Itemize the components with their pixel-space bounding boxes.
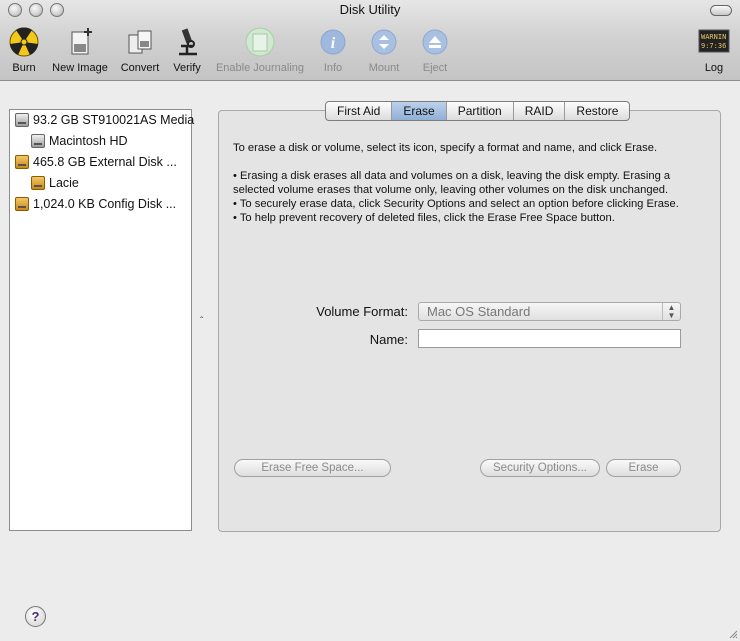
internal-disk-icon (15, 113, 29, 127)
new-image-icon (71, 28, 92, 55)
device-item-macintosh-hd[interactable]: Macintosh HD (31, 132, 128, 150)
eject-label: Eject (422, 62, 448, 74)
tab-bar: First Aid Erase Partition RAID Restore (325, 101, 631, 121)
log-icon: WARNIN 9:7:36 I (698, 29, 730, 53)
erase-free-space-button[interactable]: Erase Free Space... (234, 459, 391, 477)
device-item-lacie[interactable]: Lacie (31, 174, 79, 192)
tab-restore[interactable]: Restore (565, 102, 629, 120)
tab-erase[interactable]: Erase (392, 102, 447, 120)
device-label: 93.2 GB ST910021AS Media (33, 113, 195, 127)
erase-bullet: • Erasing a disk erases all data and vol… (233, 170, 671, 196)
device-item-config-disk[interactable]: 1,024.0 KB Config Disk ... (15, 195, 176, 213)
verify-label: Verify (173, 62, 201, 74)
device-list[interactable]: 93.2 GB ST910021AS Media Macintosh HD 46… (9, 109, 194, 531)
erase-button[interactable]: Erase (606, 459, 681, 477)
splitter-handle[interactable]: ˆ (200, 316, 203, 327)
convert-label: Convert (120, 62, 160, 74)
volume-format-value: Mac OS Standard (427, 304, 531, 319)
help-button[interactable]: ? (25, 606, 46, 627)
log-icon-line-1: WARNIN (701, 33, 726, 41)
svg-text:i: i (331, 35, 336, 52)
mount-icon (371, 29, 397, 55)
device-label: 1,024.0 KB Config Disk ... (33, 197, 177, 211)
microscope-icon (179, 28, 197, 56)
window-toolbar: Disk Utility Burn New Image Convert Veri… (0, 0, 740, 81)
device-label: 465.8 GB External Disk ... (33, 155, 177, 169)
external-disk-icon (15, 197, 29, 211)
erase-bullet: • To securely erase data, click Security… (233, 198, 679, 210)
toolbar-toggle-button[interactable] (710, 5, 732, 16)
eject-icon (422, 29, 448, 55)
name-label: Name: (369, 332, 408, 347)
info-icon: i (320, 29, 346, 55)
security-options-button[interactable]: Security Options... (480, 459, 600, 477)
enable-journaling-label: Enable Journaling (215, 62, 305, 74)
erase-bullet-list: • Erasing a disk erases all data and vol… (233, 169, 713, 225)
device-label: Lacie (49, 176, 79, 190)
volume-icon (31, 134, 45, 148)
log-label: Log (704, 62, 724, 74)
erase-intro-text: To erase a disk or volume, select its ic… (233, 142, 658, 154)
tab-first-aid[interactable]: First Aid (326, 102, 393, 120)
resize-grip-icon[interactable] (728, 629, 738, 639)
device-item-external-disk[interactable]: 465.8 GB External Disk ... (15, 153, 177, 171)
log-icon-line-2: 9:7:36 I (701, 42, 730, 50)
external-volume-icon (31, 176, 45, 190)
journal-icon (245, 27, 275, 57)
burn-label: Burn (12, 62, 36, 74)
erase-bullet: • To help prevent recovery of deleted fi… (233, 212, 615, 224)
volume-format-label: Volume Format: (316, 304, 408, 319)
external-disk-icon (15, 155, 29, 169)
burn-icon (9, 27, 39, 57)
window-title: Disk Utility (339, 2, 401, 17)
tab-raid[interactable]: RAID (514, 102, 566, 120)
tab-partition[interactable]: Partition (447, 102, 514, 120)
volume-format-popup[interactable]: Mac OS Standard ▲ ▼ (418, 302, 681, 321)
device-item-st910021as[interactable]: 93.2 GB ST910021AS Media (15, 111, 194, 129)
info-label: Info (323, 62, 343, 74)
device-label: Macintosh HD (49, 134, 128, 148)
name-field[interactable] (418, 329, 681, 348)
new-image-label: New Image (52, 62, 108, 74)
popup-arrows-icon: ▲ ▼ (662, 303, 680, 320)
convert-icon (128, 30, 152, 54)
mount-label: Mount (368, 62, 400, 74)
erase-instructions: To erase a disk or volume, select its ic… (233, 141, 713, 155)
